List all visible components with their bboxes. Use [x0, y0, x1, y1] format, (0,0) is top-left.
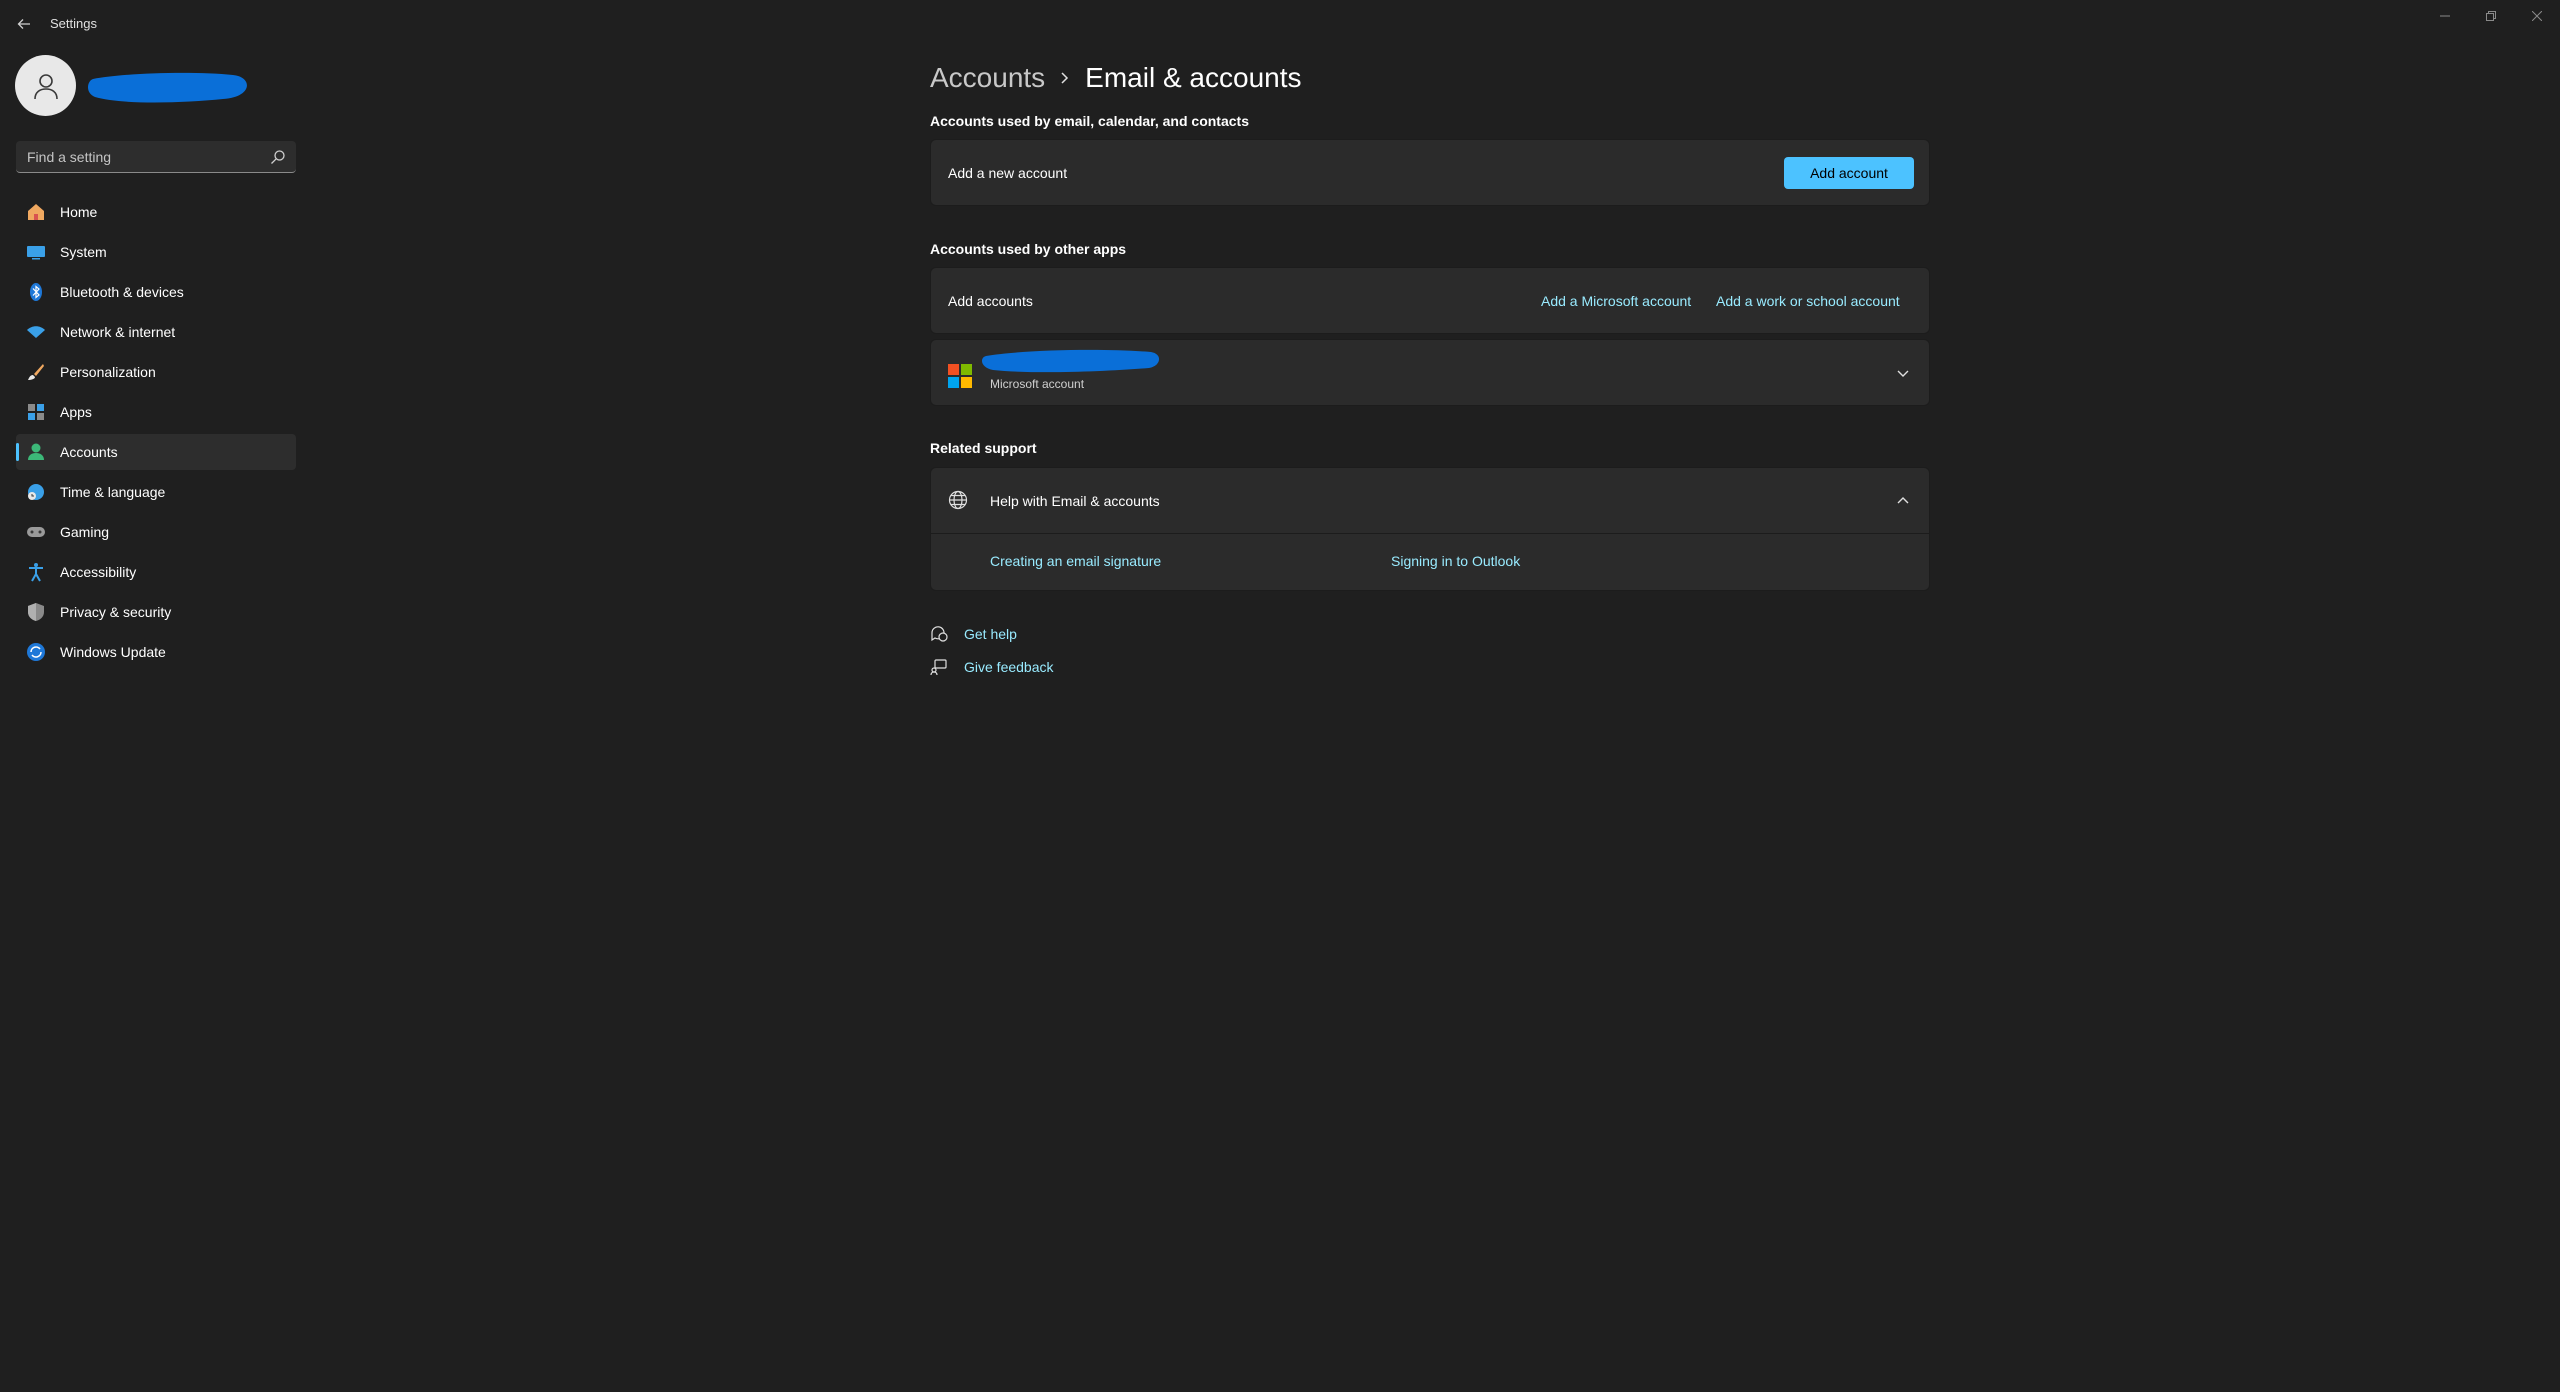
apps-icon [26, 402, 46, 422]
sidebar-item-label: Accessibility [60, 564, 137, 580]
section-title-related-support: Related support [930, 440, 1037, 456]
restore-icon [2486, 11, 2496, 21]
search-input[interactable] [16, 141, 256, 172]
minimize-button[interactable] [2422, 0, 2468, 32]
breadcrumb-parent[interactable]: Accounts [930, 62, 1045, 94]
chevron-right-icon [1059, 71, 1071, 85]
back-button[interactable] [12, 12, 36, 36]
feedback-icon [930, 659, 947, 676]
window-controls [2422, 0, 2560, 32]
arrow-left-icon [17, 19, 30, 29]
sidebar-item-label: Windows Update [60, 644, 166, 660]
help-chat-icon [931, 626, 948, 642]
breadcrumb: Accounts Email & accounts [930, 58, 1302, 98]
bluetooth-icon [26, 282, 46, 302]
help-title: Help with Email & accounts [990, 493, 1160, 509]
chevron-down-icon[interactable] [1895, 365, 1911, 381]
add-new-account-label: Add a new account [948, 165, 1068, 181]
shield-icon [26, 602, 46, 622]
wifi-icon [26, 322, 46, 342]
brush-icon [26, 362, 46, 382]
help-card: Help with Email & accounts Creating an e… [930, 467, 1930, 591]
person-icon [33, 73, 58, 99]
sidebar-item-label: Home [60, 204, 98, 220]
sidebar-item-label: Gaming [60, 524, 110, 540]
sidebar-item-apps[interactable]: Apps [16, 394, 296, 430]
accessibility-icon [26, 562, 46, 582]
sidebar-item-label: Network & internet [60, 324, 176, 340]
redacted-email [981, 349, 1160, 373]
sidebar-item-system[interactable]: System [16, 234, 296, 270]
update-icon [26, 642, 46, 662]
give-feedback-link[interactable]: Give feedback [964, 659, 1054, 675]
title-bar: Settings [0, 0, 2560, 48]
sidebar-item-accessibility[interactable]: Accessibility [16, 554, 296, 590]
sidebar-item-label: Personalization [60, 364, 156, 380]
search-box[interactable] [16, 141, 296, 173]
avatar [15, 55, 76, 116]
give-feedback-row: Give feedback [930, 655, 1054, 679]
system-icon [26, 242, 46, 262]
sidebar-item-label: System [60, 244, 107, 260]
add-accounts-label: Add accounts [948, 293, 1033, 309]
gamepad-icon [26, 522, 46, 542]
accounts-icon [26, 442, 46, 462]
sidebar-item-label: Time & language [60, 484, 166, 500]
add-accounts-card: Add accounts Add a Microsoft account Add… [930, 267, 1930, 334]
add-work-school-account-link[interactable]: Add a work or school account [1716, 293, 1900, 309]
page-title: Email & accounts [1085, 62, 1302, 93]
add-account-button[interactable]: Add account [1784, 157, 1914, 189]
user-profile[interactable] [15, 55, 295, 119]
sidebar-item-bluetooth[interactable]: Bluetooth & devices [16, 274, 296, 310]
sidebar-nav: Home System Bluetooth & devices Network … [16, 194, 296, 674]
add-microsoft-account-link[interactable]: Add a Microsoft account [1541, 293, 1691, 309]
sidebar-item-label: Accounts [60, 444, 118, 460]
sidebar-item-label: Bluetooth & devices [60, 284, 184, 300]
get-help-link[interactable]: Get help [964, 626, 1017, 642]
sidebar-item-home[interactable]: Home [16, 194, 296, 230]
sidebar-item-windows-update[interactable]: Windows Update [16, 634, 296, 670]
sidebar-item-personalization[interactable]: Personalization [16, 354, 296, 390]
minimize-icon [2440, 15, 2450, 17]
app-title: Settings [50, 16, 97, 31]
help-header[interactable]: Help with Email & accounts [931, 468, 1929, 534]
globe-icon [948, 490, 968, 510]
signing-in-outlook-link[interactable]: Signing in to Outlook [1391, 553, 1520, 569]
sidebar-item-time-language[interactable]: Time & language [16, 474, 296, 510]
sidebar-item-network[interactable]: Network & internet [16, 314, 296, 350]
close-icon [2532, 11, 2542, 21]
sidebar-item-accounts[interactable]: Accounts [16, 434, 296, 470]
home-icon [26, 202, 46, 222]
get-help-row: Get help [930, 622, 1017, 646]
sidebar-item-privacy[interactable]: Privacy & security [16, 594, 296, 630]
section-title-email: Accounts used by email, calendar, and co… [930, 113, 1249, 129]
chevron-up-icon[interactable] [1895, 493, 1911, 509]
creating-email-signature-link[interactable]: Creating an email signature [990, 553, 1161, 569]
sidebar-item-label: Apps [60, 404, 92, 420]
sidebar-item-label: Privacy & security [60, 604, 172, 620]
sidebar-item-gaming[interactable]: Gaming [16, 514, 296, 550]
add-new-account-card: Add a new account Add account [930, 139, 1930, 206]
microsoft-account-card[interactable]: Microsoft account [930, 339, 1930, 406]
account-type-label: Microsoft account [990, 377, 1085, 391]
redacted-username [88, 72, 247, 103]
search-icon[interactable] [270, 149, 286, 165]
restore-button[interactable] [2468, 0, 2514, 32]
section-title-other-apps: Accounts used by other apps [930, 241, 1127, 257]
close-button[interactable] [2514, 0, 2560, 32]
globe-clock-icon [26, 482, 46, 502]
microsoft-logo-icon [948, 364, 972, 388]
